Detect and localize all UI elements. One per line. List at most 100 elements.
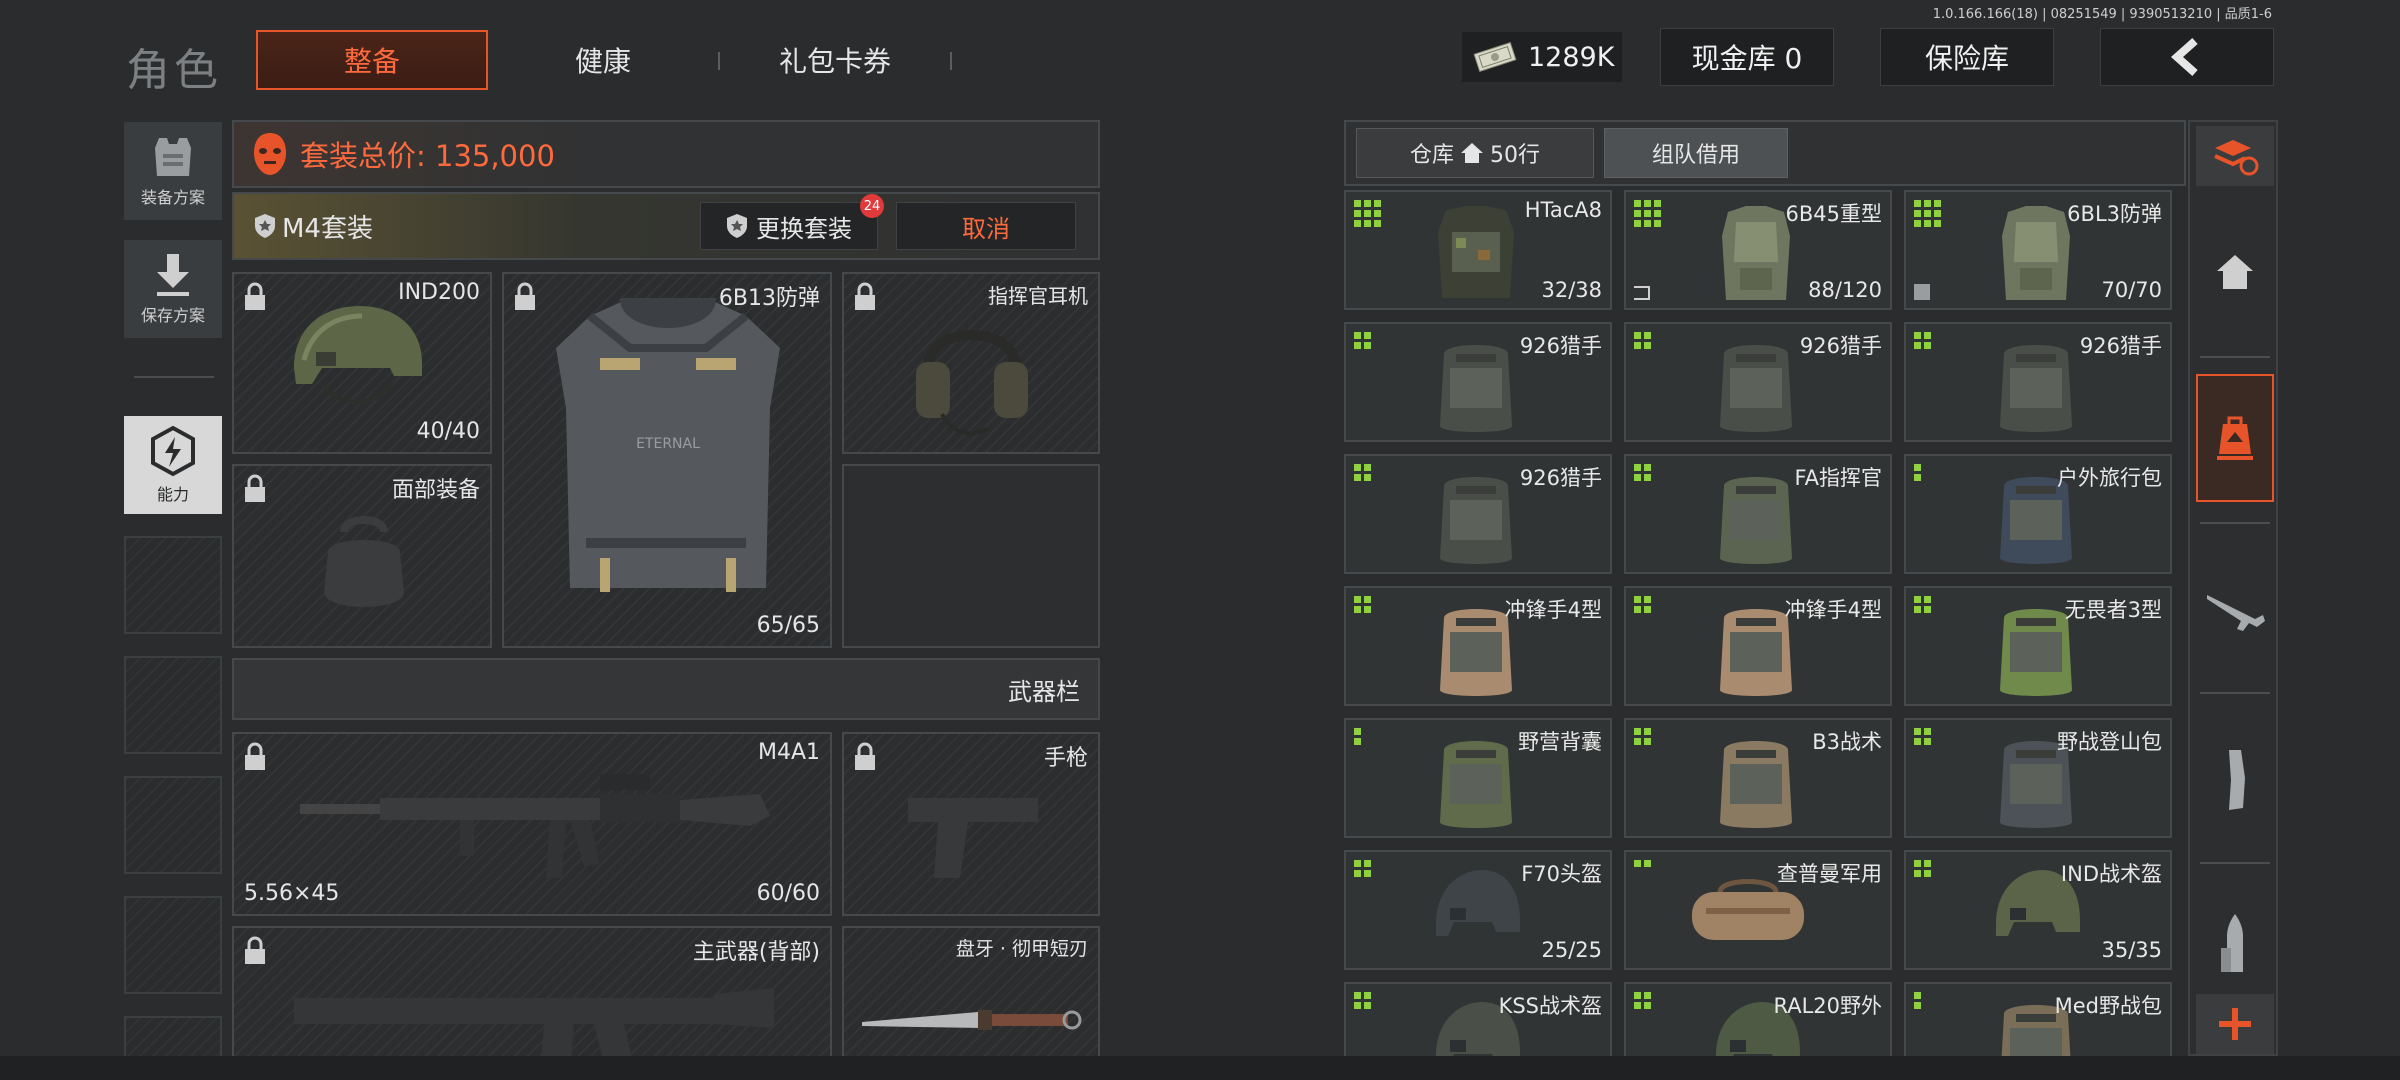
change-set-button[interactable]: 更换套装 <box>700 202 878 250</box>
storage-item[interactable]: RAL20野外 <box>1624 982 1892 1056</box>
bottom-bar <box>0 1056 2400 1080</box>
face-slot[interactable]: 面部装备 <box>232 464 492 648</box>
lock-icon <box>245 936 265 964</box>
helmet-icon <box>1436 870 1520 936</box>
currency-display[interactable]: 1289K <box>1462 32 1622 82</box>
wad-icon <box>1470 41 1520 73</box>
storage-item[interactable]: 野战登山包 <box>1904 718 2172 838</box>
total-price-label: 套装总价: 135,000 <box>300 139 555 173</box>
storage-item[interactable]: B3战术 <box>1624 718 1892 838</box>
item-size-grid-icon <box>1634 200 1661 227</box>
side-ammo-button[interactable] <box>2196 900 2274 990</box>
rail-divider <box>2200 522 2270 524</box>
storage-grid: HTacA8 32/38 6B45重型 88/120 6BL3防弹 70/70 926猎手 9… <box>1344 190 2186 1056</box>
storage-item[interactable]: 926猎手 <box>1904 322 2172 442</box>
lock-icon <box>245 474 265 502</box>
item-name: B3战术 <box>1812 730 1882 754</box>
item-size-grid-icon <box>1914 464 1921 481</box>
page-title: 角色 <box>126 45 222 96</box>
shield-icon <box>727 214 747 238</box>
loadout-plan-button[interactable]: 装备方案 <box>124 122 222 220</box>
storage-item[interactable]: HTacA8 32/38 <box>1344 190 1612 310</box>
loadout-plan-label: 装备方案 <box>140 188 205 207</box>
bag-icon <box>2000 345 2072 432</box>
notification-badge: 24 <box>860 194 884 218</box>
cancel-button[interactable]: 取消 <box>896 202 1076 250</box>
price-mask-icon <box>254 133 286 175</box>
item-size-grid-icon <box>1634 464 1651 481</box>
ability-button[interactable]: 能力 <box>124 416 222 514</box>
bag-icon <box>1440 741 1512 828</box>
item-name: F70头盔 <box>1521 862 1602 886</box>
item-size-grid-icon <box>1354 728 1361 745</box>
back-weapon-slot-label: 主武器(背部) <box>692 940 820 965</box>
save-plan-button[interactable]: 保存方案 <box>124 240 222 338</box>
primary-weapon-slot[interactable]: M4A1 5.56×45 60/60 <box>232 732 832 916</box>
storage-item[interactable]: 926猎手 <box>1344 454 1612 574</box>
tab-health[interactable]: 健康 <box>520 30 686 90</box>
storage-item[interactable]: 926猎手 <box>1344 322 1612 442</box>
face-slot-label: 面部装备 <box>391 478 480 503</box>
currency-value: 1289K <box>1528 41 1615 73</box>
item-size-grid-icon <box>1914 860 1931 877</box>
storage-item[interactable]: 冲锋手4型 <box>1344 586 1612 706</box>
storage-item[interactable]: 6B45重型 88/120 <box>1624 190 1892 310</box>
storage-item[interactable]: 6BL3防弹 70/70 <box>1904 190 2172 310</box>
side-home-button[interactable] <box>2196 232 2274 312</box>
item-size-grid-icon <box>1634 728 1651 745</box>
storage-item[interactable]: 野营背囊 <box>1344 718 1612 838</box>
storage-item[interactable]: 冲锋手4型 <box>1624 586 1892 706</box>
storage-item[interactable]: F70头盔 25/25 <box>1344 850 1612 970</box>
item-name: 野营背囊 <box>1518 730 1602 754</box>
item-durability: 35/35 <box>2101 938 2162 962</box>
rail-divider <box>2200 862 2270 864</box>
add-button[interactable] <box>2196 994 2274 1054</box>
helmet-slot[interactable]: IND200 40/40 <box>232 272 492 454</box>
item-name: HTacA8 <box>1524 198 1602 222</box>
storage-item[interactable]: Med野战包 <box>1904 982 2172 1056</box>
cash-vault-button[interactable]: 现金库 0 <box>1660 28 1834 86</box>
melee-slot[interactable]: 盘牙 · 彻甲短刃 <box>842 926 1100 1076</box>
storage-item[interactable]: KSS战术盔 <box>1344 982 1612 1056</box>
item-size-grid-icon <box>1634 596 1651 613</box>
change-set-label: 更换套装 <box>756 214 852 243</box>
empty-rail-slot <box>124 896 222 994</box>
storage-item[interactable]: 户外旅行包 <box>1904 454 2172 574</box>
storage-item[interactable]: FA指挥官 <box>1624 454 1892 574</box>
tab-loadout[interactable]: 整备 <box>256 30 488 90</box>
insurance-vault-button[interactable]: 保险库 <box>1880 28 2054 86</box>
storage-item[interactable]: 926猎手 <box>1624 322 1892 442</box>
svg-text:ETERNAL: ETERNAL <box>636 436 700 452</box>
side-magazine-button[interactable] <box>2196 730 2274 830</box>
item-size-grid-icon <box>1354 200 1381 227</box>
storage-item[interactable]: IND战术盔 35/35 <box>1904 850 2172 970</box>
item-size-grid-icon <box>1914 332 1931 349</box>
insurance-vault-label: 保险库 <box>1924 42 2009 75</box>
tab-team-borrow[interactable]: 组队借用 <box>1604 128 1788 178</box>
pistol-slot[interactable]: 手枪 <box>842 732 1100 916</box>
primary-weapon-durability: 60/60 <box>756 881 820 906</box>
back-weapon-slot[interactable]: 主武器(背部) <box>232 926 832 1076</box>
warehouse-rows: 50行 <box>1490 143 1540 168</box>
tab-warehouse[interactable]: 仓库 50行 <box>1356 128 1594 178</box>
item-name: 926猎手 <box>1799 334 1882 358</box>
back-button[interactable] <box>2100 28 2274 86</box>
pistol-placeholder-icon <box>908 798 1038 878</box>
item-name: KSS战术盔 <box>1498 994 1602 1018</box>
storage-item[interactable]: 查普曼军用 <box>1624 850 1892 970</box>
side-backpack-button[interactable] <box>2196 374 2274 502</box>
pistol-slot-label: 手枪 <box>1043 746 1088 771</box>
storage-item[interactable]: 无畏者3型 <box>1904 586 2172 706</box>
set-name: M4套装 <box>282 213 373 244</box>
item-size-grid-icon <box>1634 860 1651 867</box>
sort-stack-button[interactable] <box>2196 126 2274 186</box>
item-size-grid-icon <box>1914 992 1921 1009</box>
item-name: 926猎手 <box>1519 334 1602 358</box>
tab-gift-vouchers[interactable]: 礼包卡券 <box>740 30 930 90</box>
headset-slot[interactable]: 指挥官耳机 <box>842 272 1100 454</box>
item-size-grid-icon <box>1354 332 1371 349</box>
side-weapon-button[interactable] <box>2196 560 2274 660</box>
item-name: FA指挥官 <box>1794 466 1882 490</box>
empty-gear-slot[interactable] <box>842 464 1100 648</box>
armor-slot[interactable]: 6B13防弹 ETERNAL 65/65 <box>502 272 832 648</box>
